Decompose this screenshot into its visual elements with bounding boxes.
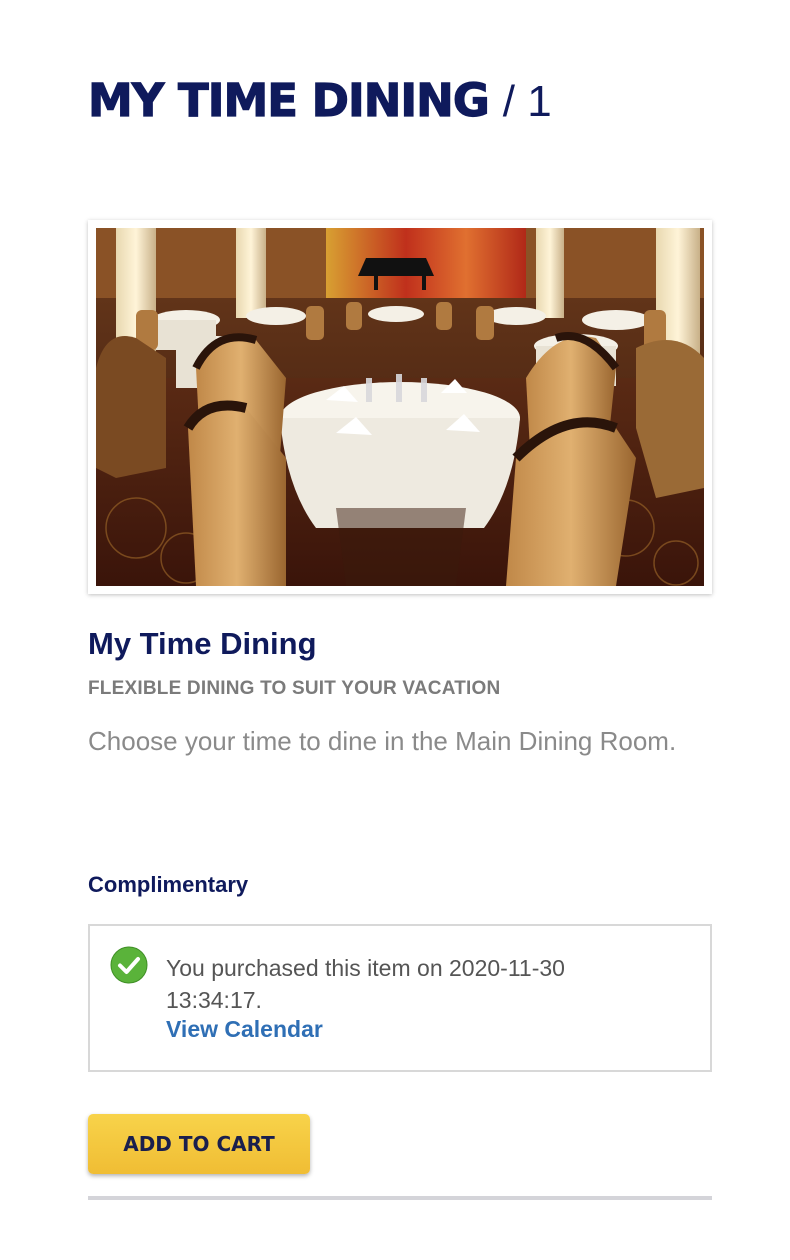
item-description: Choose your time to dine in the Main Din…	[88, 726, 677, 756]
view-calendar-link[interactable]: View Calendar	[166, 1016, 323, 1043]
item-subtitle: FLEXIBLE DINING TO SUIT YOUR VACATION	[88, 678, 501, 699]
purchase-message: You purchased this item on 2020-11-30 13…	[166, 955, 565, 1013]
item-title: My Time Dining	[88, 626, 317, 661]
page-title: MY TIME DINING	[87, 73, 490, 127]
price-label: Complimentary	[88, 872, 249, 897]
item-count: / 1	[502, 77, 552, 126]
dining-room-image	[88, 220, 712, 594]
add-to-cart-button[interactable]: ADD TO CART	[88, 1114, 310, 1174]
purchase-confirmation-box: You purchased this item on 2020-11-30 13…	[88, 924, 712, 1072]
page-header: MY TIME DINING / 1	[87, 73, 552, 134]
check-circle-icon	[110, 946, 148, 984]
divider	[88, 1196, 712, 1200]
dining-room-photo	[96, 228, 704, 586]
